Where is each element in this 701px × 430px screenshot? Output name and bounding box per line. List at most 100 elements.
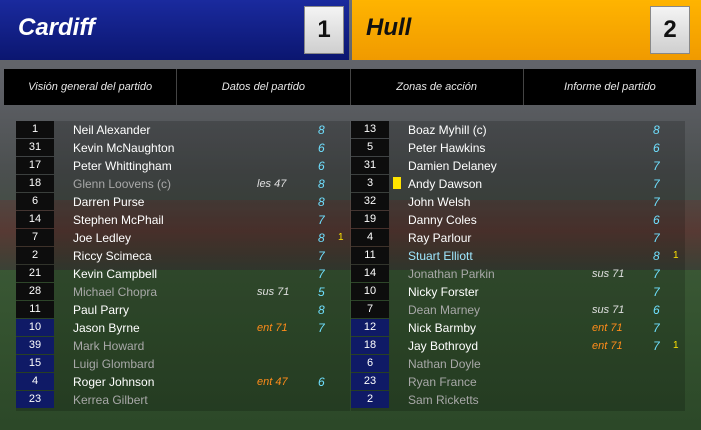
tab-action-zones[interactable]: Zonas de acción — [351, 69, 524, 105]
player-name: Peter Hawkins — [408, 141, 486, 155]
player-name: Luigi Glombard — [73, 357, 155, 371]
player-rating: 7 — [318, 213, 325, 227]
player-row[interactable]: 31 Kevin McNaughton 6 — [16, 139, 350, 157]
home-team-header: Cardiff 1 — [0, 0, 349, 60]
tab-match-stats[interactable]: Datos del partido — [177, 69, 351, 105]
player-rating: 7 — [318, 321, 325, 335]
player-row[interactable]: 3 Andy Dawson 7 — [351, 175, 685, 193]
player-row[interactable]: 31 Damien Delaney 7 — [351, 157, 685, 175]
player-row[interactable]: 28 Michael Chopra sus 71 5 — [16, 283, 350, 301]
player-number: 31 — [351, 157, 389, 174]
home-team-name: Cardiff — [18, 14, 95, 41]
player-name: Sam Ricketts — [408, 393, 479, 407]
yellow-card-icon — [393, 177, 401, 189]
player-rating: 8 — [653, 249, 660, 263]
player-rating: 7 — [653, 231, 660, 245]
player-number: 5 — [351, 139, 389, 156]
player-rating: 7 — [653, 159, 660, 173]
player-row[interactable]: 18 Jay Bothroyd ent 71 7 1 — [351, 337, 685, 355]
player-number: 2 — [351, 391, 389, 408]
player-name: Danny Coles — [408, 213, 477, 227]
player-name: Glenn Loovens (c) — [73, 177, 172, 191]
player-number: 13 — [351, 121, 389, 138]
player-row[interactable]: 21 Kevin Campbell 7 — [16, 265, 350, 283]
player-name: Michael Chopra — [73, 285, 158, 299]
player-card-count: 1 — [673, 340, 679, 351]
player-row[interactable]: 6 Darren Purse 8 — [16, 193, 350, 211]
away-team-score: 2 — [650, 6, 690, 54]
player-rating: 7 — [653, 195, 660, 209]
away-team-header: Hull 2 — [352, 0, 701, 60]
player-row[interactable]: 13 Boaz Myhill (c) 8 — [351, 121, 685, 139]
player-rating: 7 — [653, 339, 660, 353]
player-row[interactable]: 14 Stephen McPhail 7 — [16, 211, 350, 229]
player-number: 23 — [16, 391, 54, 408]
player-name: Kevin McNaughton — [73, 141, 175, 155]
player-number: 6 — [351, 355, 389, 372]
player-number: 19 — [351, 211, 389, 228]
player-number: 4 — [16, 373, 54, 390]
player-row[interactable]: 7 Dean Marney sus 71 6 — [351, 301, 685, 319]
player-name: Nick Barmby — [408, 321, 477, 335]
player-rating: 8 — [318, 195, 325, 209]
player-rating: 6 — [653, 303, 660, 317]
player-number: 1 — [16, 121, 54, 138]
player-row[interactable]: 10 Nicky Forster 7 — [351, 283, 685, 301]
player-number: 18 — [16, 175, 54, 192]
player-rating: 5 — [318, 285, 325, 299]
player-row[interactable]: 5 Peter Hawkins 6 — [351, 139, 685, 157]
player-card-count: 1 — [338, 232, 344, 243]
player-number: 21 — [16, 265, 54, 282]
player-name: Jason Byrne — [73, 321, 140, 335]
away-team-name: Hull — [366, 14, 412, 41]
player-row[interactable]: 15 Luigi Glombard — [16, 355, 350, 373]
player-row[interactable]: 32 John Welsh 7 — [351, 193, 685, 211]
player-name: Joe Ledley — [73, 231, 132, 245]
player-number: 18 — [351, 337, 389, 354]
player-row[interactable]: 7 Joe Ledley 8 1 — [16, 229, 350, 247]
player-card-count: 1 — [673, 250, 679, 261]
tab-match-report[interactable]: Informe del partido — [524, 69, 696, 105]
player-row[interactable]: 14 Jonathan Parkin sus 71 7 — [351, 265, 685, 283]
player-rating: 7 — [653, 285, 660, 299]
player-row[interactable]: 4 Ray Parlour 7 — [351, 229, 685, 247]
player-row[interactable]: 2 Riccy Scimeca 7 — [16, 247, 350, 265]
player-rating: 6 — [653, 141, 660, 155]
player-number: 10 — [351, 283, 389, 300]
player-row[interactable]: 23 Ryan France — [351, 373, 685, 391]
player-rating: 8 — [653, 123, 660, 137]
player-sub-note: sus 71 — [257, 286, 290, 298]
player-number: 39 — [16, 337, 54, 354]
player-sub-note: ent 71 — [592, 340, 623, 352]
player-number: 14 — [351, 265, 389, 282]
player-sub-note: les 47 — [257, 178, 287, 190]
player-sub-note: ent 71 — [592, 322, 623, 334]
player-rating: 7 — [318, 267, 325, 281]
player-name: Kerrea Gilbert — [73, 393, 148, 407]
player-row[interactable]: 17 Peter Whittingham 6 — [16, 157, 350, 175]
player-row[interactable]: 11 Paul Parry 8 — [16, 301, 350, 319]
home-lineup: 1 Neil Alexander 8 31 Kevin McNaughton 6 17 Pet… — [16, 121, 350, 411]
player-row[interactable]: 11 Stuart Elliott 8 1 — [351, 247, 685, 265]
player-number: 31 — [16, 139, 54, 156]
player-row[interactable]: 6 Nathan Doyle — [351, 355, 685, 373]
player-rating: 7 — [653, 177, 660, 191]
player-row[interactable]: 10 Jason Byrne ent 71 7 — [16, 319, 350, 337]
player-row[interactable]: 18 Glenn Loovens (c) les 47 8 — [16, 175, 350, 193]
player-number: 14 — [16, 211, 54, 228]
player-row[interactable]: 23 Kerrea Gilbert — [16, 391, 350, 409]
home-team-score: 1 — [304, 6, 344, 54]
player-row[interactable]: 39 Mark Howard — [16, 337, 350, 355]
tab-match-overview[interactable]: Visión general del partido — [4, 69, 178, 105]
player-name: Dean Marney — [408, 303, 481, 317]
player-number: 28 — [16, 283, 54, 300]
player-sub-note: sus 71 — [592, 304, 625, 316]
player-row[interactable]: 19 Danny Coles 6 — [351, 211, 685, 229]
player-row[interactable]: 1 Neil Alexander 8 — [16, 121, 350, 139]
player-row[interactable]: 4 Roger Johnson ent 47 6 — [16, 373, 350, 391]
player-number: 7 — [16, 229, 54, 246]
player-name: Neil Alexander — [73, 123, 151, 137]
player-row[interactable]: 12 Nick Barmby ent 71 7 — [351, 319, 685, 337]
player-rating: 8 — [318, 123, 325, 137]
player-row[interactable]: 2 Sam Ricketts — [351, 391, 685, 409]
